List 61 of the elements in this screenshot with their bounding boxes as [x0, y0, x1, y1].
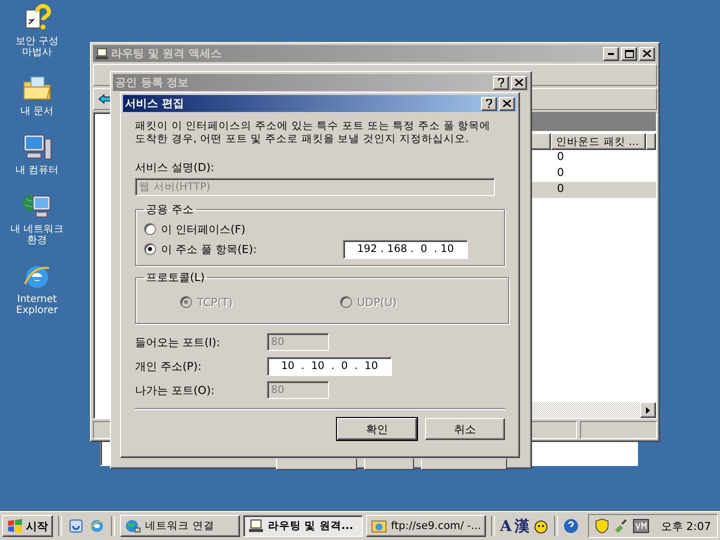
right-triangle-icon [646, 406, 650, 414]
vm-icon[interactable] [632, 519, 649, 533]
close-button[interactable] [511, 76, 527, 90]
dialog-button[interactable]: 취소 [425, 418, 505, 440]
minimize-icon [608, 52, 614, 54]
close-icon [515, 79, 523, 86]
field-label: 나가는 포트(O): [135, 384, 214, 396]
browser-e-icon [89, 518, 105, 534]
field-label: 서비스 설명(D): [135, 160, 216, 175]
clock: 오후 2:07 [660, 518, 711, 534]
taskbar-button[interactable]: ftp://se9.com/ -... [366, 515, 486, 537]
router-icon [248, 518, 264, 534]
windows-logo-icon [7, 519, 23, 533]
desktop-icon-label: 내 문서 [19, 106, 55, 117]
dialog-title: 공인 등록 정보 [115, 75, 190, 90]
group-title: 프로토콜(L) [145, 270, 206, 285]
column-header[interactable]: 인바운드 패킷 ... [551, 133, 646, 150]
maximize-button[interactable] [621, 46, 637, 60]
router-icon [95, 46, 109, 60]
minimize-button[interactable] [603, 46, 619, 60]
help-circle-icon[interactable] [562, 518, 579, 534]
folder-globe-icon [371, 518, 387, 534]
globe-icon [125, 518, 141, 534]
ip-address-field[interactable]: 192 . 168 . 0 . 10 [343, 240, 468, 258]
close-button[interactable] [499, 96, 515, 110]
close-button[interactable] [639, 46, 655, 60]
field-label: 개인 주소(P): [135, 360, 202, 372]
help-button[interactable] [481, 96, 497, 110]
desktop-page-icon [68, 518, 84, 534]
desktop-icon-label: Internet Explorer [15, 294, 59, 316]
window-title: 라우팅 및 원격 액세스 [111, 46, 222, 61]
language-indicator[interactable]: A [500, 517, 512, 535]
quick-launch-icon[interactable] [88, 518, 106, 534]
start-button[interactable]: 시작 [2, 515, 53, 537]
ip-address-field[interactable]: 10 . 10 . 0 . 10 [267, 356, 392, 376]
radio-button[interactable] [144, 243, 156, 255]
field-label: 들어오는 포트(I): [135, 336, 220, 348]
help-icon [498, 78, 504, 87]
taskbar-button[interactable]: 네트워크 연결 [120, 515, 240, 537]
close-icon [503, 100, 511, 107]
help-icon [486, 99, 492, 108]
close-icon [643, 50, 651, 57]
back-arrow-icon[interactable] [98, 94, 112, 104]
radio-option[interactable]: 이 주소 풀 항목(E): [144, 242, 257, 256]
radio-button[interactable] [144, 223, 156, 235]
radio-option[interactable]: 이 인터페이스(F) [144, 222, 246, 236]
group-title: 공용 주소 [145, 202, 194, 217]
ime-mascot-icon[interactable] [532, 518, 549, 534]
instruction-text: 패킷이 이 인터페이스의 주소에 있는 특수 포트 또는 특정 주소 풀 항목에 도착한 경우, 어떤 포트 및 주소로 패킷을 보낼 것인지 지정하십시오. [135, 120, 492, 146]
desktop-icon-label: 내 컴퓨터 [14, 165, 60, 176]
dialog-button[interactable]: 확인 [337, 418, 417, 440]
maximize-icon [624, 50, 634, 58]
language-indicator[interactable]: 漢 [514, 516, 530, 536]
desktop-icon-label: 내 네트워크 환경 [9, 224, 65, 246]
scroll-right-button[interactable] [640, 402, 656, 418]
desktop-icon-label: 보안 구성 마법사 [14, 36, 60, 58]
shield-icon[interactable] [594, 518, 609, 534]
dialog-title: 서비스 편집 [125, 96, 185, 111]
help-button[interactable] [493, 76, 509, 90]
taskbar-button[interactable]: 라우팅 및 원격... [243, 515, 363, 537]
quick-launch-icon[interactable] [67, 518, 85, 534]
